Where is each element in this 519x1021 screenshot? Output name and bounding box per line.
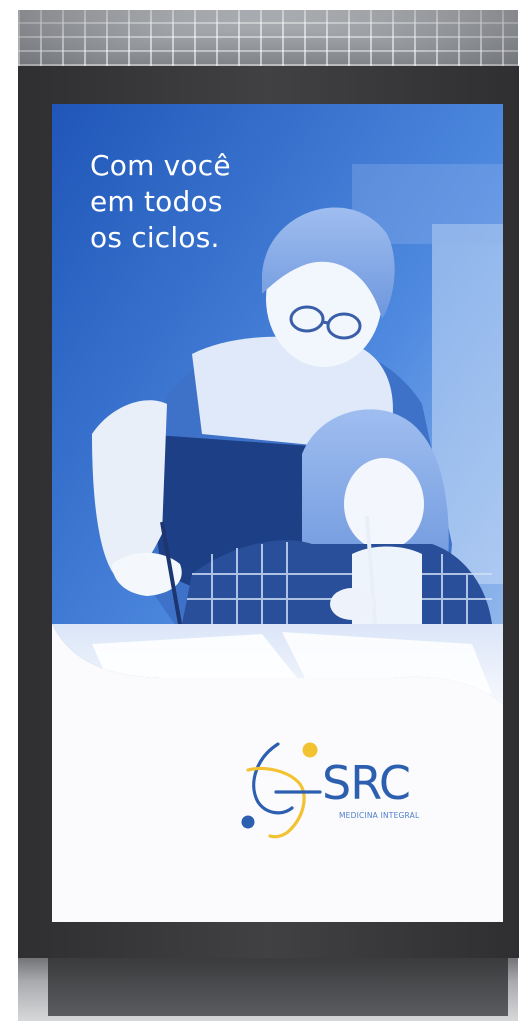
woman-and-child-painting-photo: Com você em todos os ciclos.: [52, 104, 503, 794]
headline-line-2: em todos: [90, 185, 223, 218]
headline: Com você em todos os ciclos.: [90, 148, 231, 256]
headline-line-3: os ciclos.: [90, 221, 220, 254]
signage-scene: Com você em todos os ciclos. SRC MEDICIN…: [0, 0, 519, 1021]
totem-base: [48, 958, 508, 1016]
totem-screen: Com você em todos os ciclos. SRC MEDICIN…: [52, 104, 503, 922]
logo-mark-icon: [241, 742, 322, 839]
src-logo: SRC MEDICINA INTEGRAL: [238, 730, 458, 850]
headline-line-1: Com você: [90, 149, 231, 182]
brand-name: SRC: [322, 756, 411, 810]
brand-tagline: MEDICINA INTEGRAL: [339, 811, 420, 820]
